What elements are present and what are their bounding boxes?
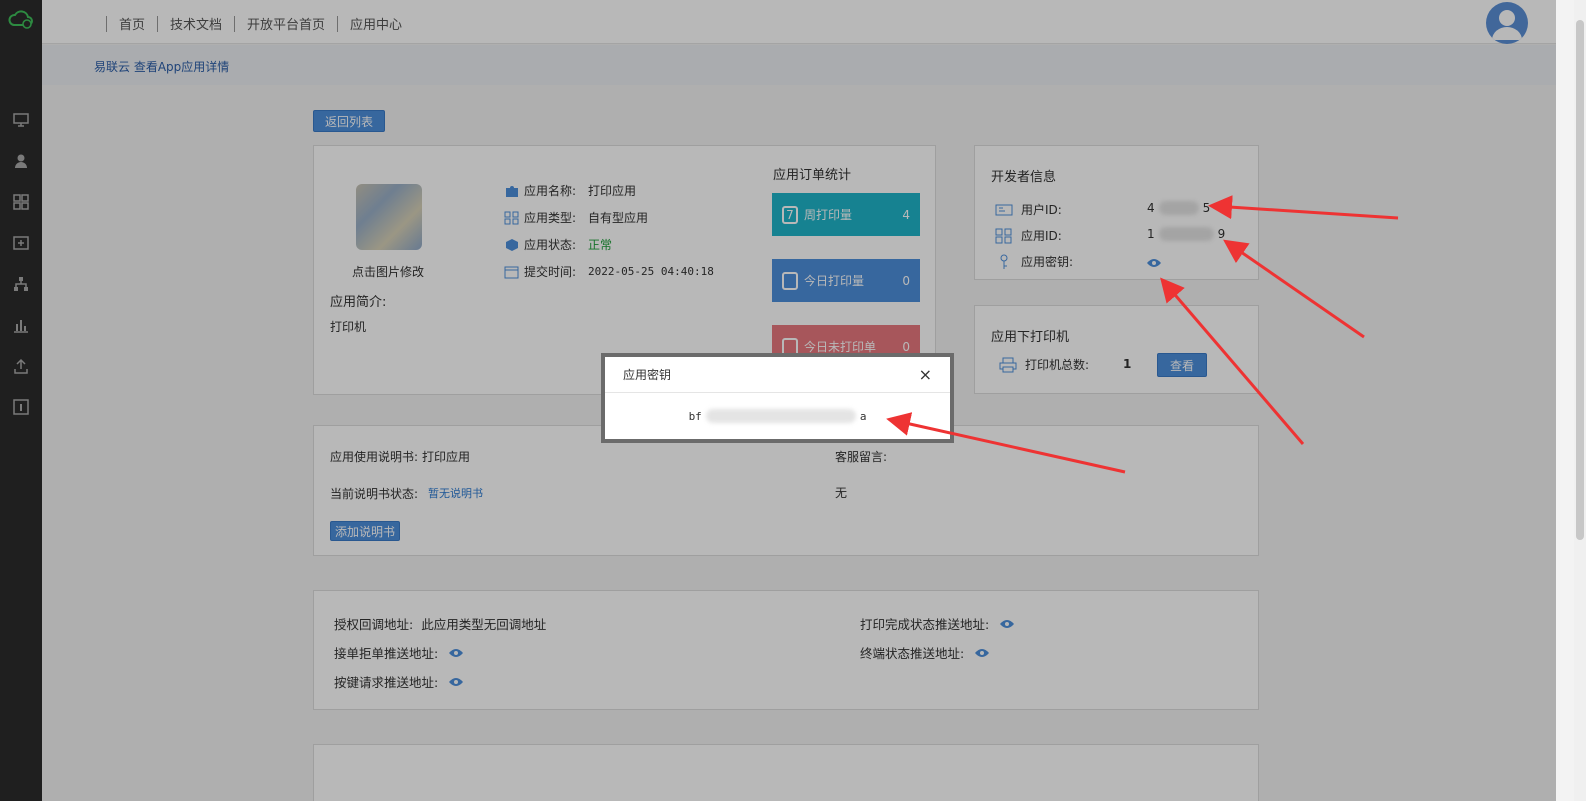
modal-body: bf a (605, 393, 950, 439)
secret-head: bf (688, 409, 702, 423)
close-icon[interactable]: × (919, 365, 932, 384)
secret-redacted (705, 409, 856, 423)
modal-title: 应用密钥 (623, 368, 672, 382)
scrollbar[interactable] (1574, 0, 1586, 801)
scroll-thumb[interactable] (1576, 20, 1584, 540)
app-secret-modal: 应用密钥 × bf a (601, 353, 954, 443)
modal-header: 应用密钥 × (605, 357, 950, 393)
secret-tail: a (859, 409, 867, 423)
